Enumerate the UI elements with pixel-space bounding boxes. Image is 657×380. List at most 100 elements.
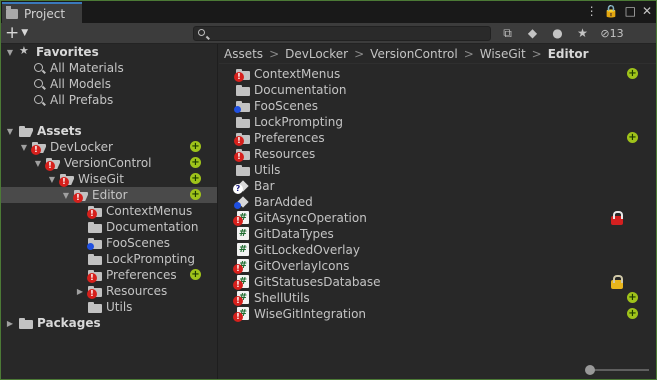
hidden-packages-toggle[interactable]: ⊘ 13 [595,24,629,42]
asset-row-resources[interactable]: ! Resources [219,146,656,162]
csharp-script-icon: # [237,243,249,256]
asset-row-gitstatusesdatabase[interactable]: # ! GitStatusesDatabase [219,274,656,290]
toolbar-icons: ⧉ ◆ ● ★ ⊘ 13 [495,24,629,42]
favorite-label: All Models [50,77,111,91]
asset-row-preferences[interactable]: ! Preferences + [219,130,656,146]
favorites-label: Favorites [36,45,99,59]
csharp-script-icon: # [237,227,249,240]
breadcrumb-item[interactable]: WiseGit [480,47,526,61]
tab-project[interactable]: Project [2,2,82,23]
error-badge-icon: ! [234,152,244,162]
folder-icon [236,117,250,128]
lock-icon[interactable]: 🔒 [604,4,619,18]
expand-arrow-icon[interactable]: ▶ [5,319,15,328]
folder-icon [236,85,250,96]
expand-arrow-icon[interactable]: ▼ [47,175,57,184]
search-input[interactable] [193,26,491,41]
tree-favorite-item[interactable]: All Prefabs [1,92,217,108]
maximize-icon[interactable]: □ [625,4,636,18]
chevron-down-icon: ▼ [21,28,29,38]
asset-row-shellutils[interactable]: # ! ShellUtils + [219,290,656,306]
create-label: + [5,23,20,43]
asset-label: FooScenes [254,99,318,113]
tree-favorite-item[interactable]: All Materials [1,60,217,76]
packages-label: Packages [37,316,101,330]
lock-yellow-icon [611,275,623,289]
search-by-type-icon[interactable]: ⧉ [495,24,520,42]
asset-row-gitoverlayicons[interactable]: # ! GitOverlayIcons [219,258,656,274]
breadcrumb: Assets > DevLocker > VersionControl > WiseG… [219,44,656,64]
close-icon[interactable]: ✕ [642,4,652,18]
asset-label: GitOverlayIcons [254,259,350,273]
added-plus-icon: + [190,189,201,200]
tree-favorite-item[interactable]: All Models [1,76,217,92]
expand-arrow-icon[interactable]: ▼ [5,48,15,57]
tree-item-devlocker[interactable]: ▼ ! DevLocker + [1,139,217,155]
asset-label: Utils [254,163,281,177]
asset-label: ContextMenus [254,67,341,81]
search-by-label-icon[interactable]: ◆ [520,24,545,42]
favorite-star-icon[interactable]: ★ [570,24,595,42]
zoom-slider-handle[interactable] [585,365,595,375]
tree-item-contextmenus[interactable]: ! ContextMenus [1,203,217,219]
expand-arrow-icon[interactable]: ▼ [5,127,15,136]
folder-open-icon [19,126,33,137]
breadcrumb-item[interactable]: Assets [224,47,263,61]
asset-row-wisegitintegration[interactable]: # ! WiseGitIntegration + [219,306,656,322]
create-button[interactable]: + ▼ [5,24,28,42]
asset-row-bar[interactable]: ? Bar [219,178,656,194]
tab-title: Project [24,6,66,21]
asset-row-gitlockedoverlay[interactable]: # GitLockedOverlay [219,242,656,258]
breadcrumb-current[interactable]: Editor [548,47,589,61]
zoom-slider[interactable] [585,365,649,375]
tree-item-label: LockPrompting [106,252,195,266]
asset-row-gitasyncoperation[interactable]: # ! GitAsyncOperation [219,210,656,226]
assets-header[interactable]: ▼ Assets [1,123,217,139]
tree-item-label: Editor [92,188,128,202]
tree-item-label: Utils [106,300,133,314]
tree-item-resources[interactable]: ▶ ! Resources [1,283,217,299]
added-plus-icon: + [190,173,201,184]
added-plus-icon: + [190,141,201,152]
asset-row-utils[interactable]: Utils [219,162,656,178]
chevron-right-icon: > [463,46,474,61]
asset-row-documentation[interactable]: Documentation [219,82,656,98]
tree-item-documentation[interactable]: Documentation [1,219,217,235]
asset-row-baradded[interactable]: BarAdded [219,194,656,210]
expand-arrow-icon[interactable]: ▶ [75,287,85,296]
expand-arrow-icon[interactable]: ▼ [19,143,29,152]
tree-item-editor[interactable]: ▼ ! Editor + [1,187,217,203]
asset-label: WiseGitIntegration [254,307,367,321]
asset-label: GitDataTypes [254,227,334,241]
tree-item-label: DevLocker [50,140,113,154]
tree-item-versioncontrol[interactable]: ▼ ! VersionControl + [1,155,217,171]
chevron-right-icon: > [269,46,280,61]
asset-label: ShellUtils [254,291,310,305]
chevron-right-icon: > [531,46,542,61]
more-icon[interactable]: ⋮ [586,4,598,18]
tree-item-fooscenes[interactable]: FooScenes [1,235,217,251]
asset-row-contextmenus[interactable]: ! ContextMenus + [219,66,656,82]
assets-label: Assets [37,124,82,138]
favorites-header[interactable]: ▼ ★ Favorites [1,44,217,60]
asset-row-fooscenes[interactable]: FooScenes [219,98,656,114]
asset-row-gitdatatypes[interactable]: # GitDataTypes [219,226,656,242]
tree-item-wisegit[interactable]: ▼ ! WiseGit + [1,171,217,187]
error-badge-icon: ! [234,136,244,146]
added-plus-icon: + [627,68,638,79]
expand-arrow-icon[interactable]: ▼ [61,191,71,200]
search-icon [198,29,205,36]
breadcrumb-item[interactable]: VersionControl [370,47,458,61]
asset-row-lockprompting[interactable]: LockPrompting [219,114,656,130]
error-badge-icon: ! [87,289,97,299]
error-badge-icon: ! [233,296,243,306]
modified-badge-icon [234,202,241,209]
tree-item-utils[interactable]: Utils [1,299,217,315]
breadcrumb-item[interactable]: DevLocker [285,47,348,61]
search-by-status-icon[interactable]: ● [545,24,570,42]
expand-arrow-icon[interactable]: ▼ [33,159,43,168]
packages-header[interactable]: ▶ Packages [1,315,217,331]
asset-label: LockPrompting [254,115,343,129]
tree-item-lockprompting[interactable]: LockPrompting [1,251,217,267]
tree-item-preferences[interactable]: ! Preferences + [1,267,217,283]
